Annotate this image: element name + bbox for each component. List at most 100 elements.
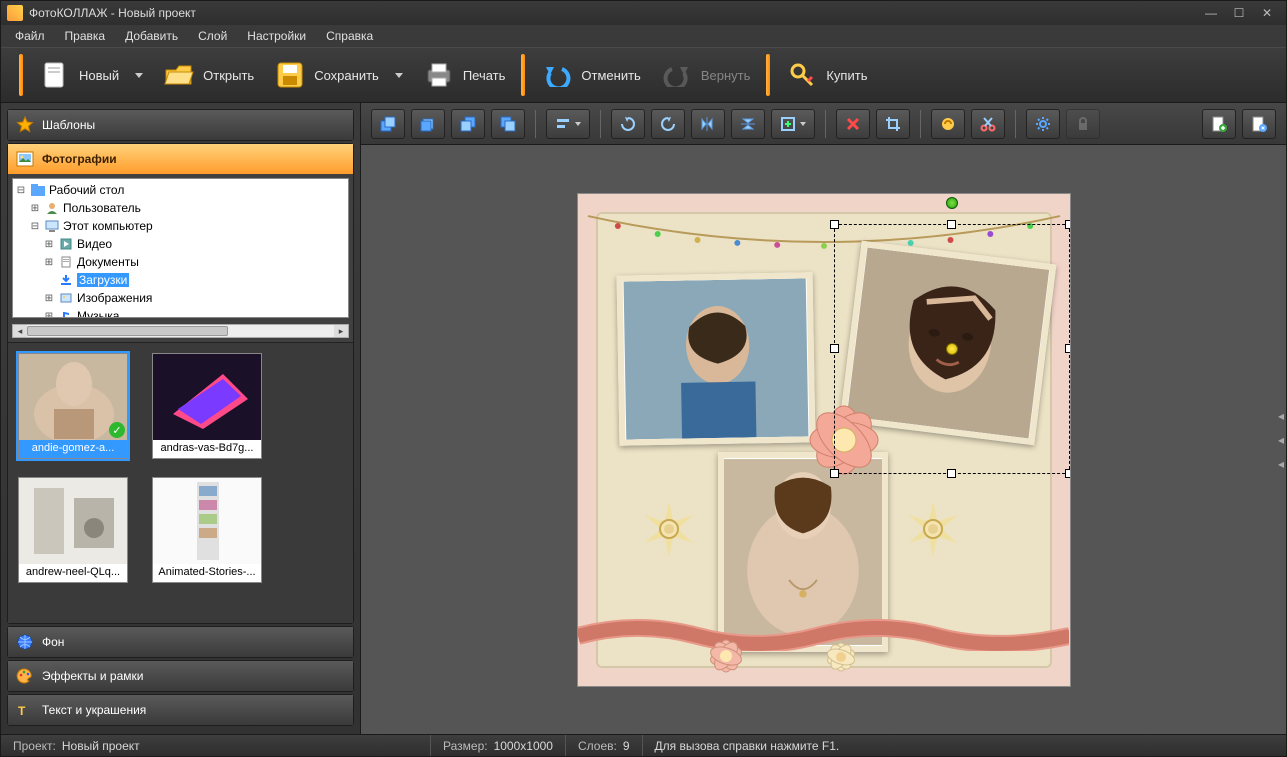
accordion-label: Шаблоны: [42, 118, 95, 132]
used-check-icon: ✓: [109, 422, 125, 438]
toolbar-separator: [920, 110, 921, 138]
rotate-left-button[interactable]: [611, 109, 645, 139]
lock-button[interactable]: [1066, 109, 1100, 139]
toolbar-separator: [825, 110, 826, 138]
star-icon: [16, 116, 34, 134]
fit-button[interactable]: [771, 109, 815, 139]
tree-row-documents[interactable]: ⊞Документы: [15, 253, 346, 271]
globe-icon: [16, 633, 34, 651]
toolbar-separator: [600, 110, 601, 138]
accordion-label: Текст и украшения: [42, 703, 146, 717]
accordion-label: Фотографии: [42, 152, 117, 166]
buy-button[interactable]: Купить: [776, 55, 877, 95]
replace-image-button[interactable]: [931, 109, 965, 139]
maximize-button[interactable]: ☐: [1226, 4, 1252, 22]
menu-edit[interactable]: Правка: [57, 27, 114, 45]
status-bar: Проект: Новый проект Размер: 1000x1000 С…: [1, 734, 1286, 756]
file-tree[interactable]: ⊟Рабочий стол ⊞Пользователь ⊟Этот компью…: [12, 178, 349, 318]
thumbnail-grid: ✓ andie-gomez-a... andras-vas-Bd7g... an…: [8, 342, 353, 623]
thumb-item[interactable]: andrew-neel-QLq...: [18, 477, 128, 583]
editor-toolbar: [361, 103, 1286, 145]
flip-v-button[interactable]: [731, 109, 765, 139]
redo-icon: [661, 59, 693, 91]
video-icon: [58, 237, 74, 251]
accordion-label: Фон: [42, 635, 64, 649]
status-size: Размер: 1000x1000: [431, 735, 566, 756]
minimize-button[interactable]: —: [1198, 4, 1224, 22]
close-button[interactable]: ✕: [1254, 4, 1280, 22]
canvas-area: ◂◂◂: [361, 103, 1286, 734]
text-icon: T: [16, 701, 34, 719]
viewport[interactable]: ◂◂◂: [361, 145, 1286, 734]
add-page-button[interactable]: [1202, 109, 1236, 139]
delete-button[interactable]: [836, 109, 870, 139]
tree-row-video[interactable]: ⊞Видео: [15, 235, 346, 253]
collage-page[interactable]: [577, 193, 1071, 687]
computer-icon: [44, 219, 60, 233]
bring-front-button[interactable]: [371, 109, 405, 139]
menu-file[interactable]: Файл: [7, 27, 53, 45]
thumb-item[interactable]: ✓ andie-gomez-a...: [18, 353, 128, 459]
send-backward-button[interactable]: [451, 109, 485, 139]
images-icon: [58, 291, 74, 305]
documents-icon: [58, 255, 74, 269]
side-flyout[interactable]: ◂◂◂: [1276, 409, 1286, 471]
tree-row-computer[interactable]: ⊟Этот компьютер: [15, 217, 346, 235]
rotate-right-button[interactable]: [651, 109, 685, 139]
accordion-background[interactable]: Фон: [7, 626, 354, 658]
menu-settings[interactable]: Настройки: [239, 27, 314, 45]
status-help: Для вызова справки нажмите F1.: [643, 735, 852, 756]
tree-row-user[interactable]: ⊞Пользователь: [15, 199, 346, 217]
accordion-text[interactable]: T Текст и украшения: [7, 694, 354, 726]
print-button[interactable]: Печать: [413, 55, 516, 95]
app-window: ФотоКОЛЛАЖ - Новый проект — ☐ ✕ Файл Пра…: [0, 0, 1287, 757]
sparkle-decoration[interactable]: [898, 494, 968, 564]
tree-row-music[interactable]: ⊞Музыка: [15, 307, 346, 318]
thumb-item[interactable]: Animated-Stories-...: [152, 477, 262, 583]
tree-row-desktop[interactable]: ⊟Рабочий стол: [15, 181, 346, 199]
accordion-label: Эффекты и рамки: [42, 669, 143, 683]
caret-icon: [135, 73, 143, 78]
toolbar-separator: [19, 54, 23, 96]
undo-button[interactable]: Отменить: [531, 55, 650, 95]
music-icon: [58, 309, 74, 318]
caret-icon: [395, 73, 403, 78]
bring-forward-button[interactable]: [411, 109, 445, 139]
accordion-photos: Фотографии ⊟Рабочий стол ⊞Пользователь ⊟…: [7, 143, 354, 624]
menu-help[interactable]: Справка: [318, 27, 381, 45]
open-button[interactable]: Открыть: [153, 55, 264, 95]
save-button[interactable]: Сохранить: [264, 55, 413, 95]
crop-button[interactable]: [876, 109, 910, 139]
small-flower-decoration[interactable]: [820, 636, 862, 678]
tree-row-images[interactable]: ⊞Изображения: [15, 289, 346, 307]
undo-icon: [541, 59, 573, 91]
sparkle-decoration[interactable]: [634, 494, 704, 564]
accordion-photos-header[interactable]: Фотографии: [8, 144, 353, 174]
new-button[interactable]: Новый: [29, 55, 153, 95]
settings-button[interactable]: [1026, 109, 1060, 139]
toolbar-separator: [1015, 110, 1016, 138]
page-options-button[interactable]: [1242, 109, 1276, 139]
menu-layer[interactable]: Слой: [190, 27, 235, 45]
flip-h-button[interactable]: [691, 109, 725, 139]
align-button[interactable]: [546, 109, 590, 139]
folder-icon: [30, 183, 46, 197]
menu-add[interactable]: Добавить: [117, 27, 186, 45]
save-icon: [274, 59, 306, 91]
tree-row-downloads[interactable]: ⊞Загрузки: [15, 271, 346, 289]
accordion-templates[interactable]: Шаблоны: [7, 109, 354, 141]
thumb-caption: andie-gomez-a...: [19, 440, 127, 458]
thumb-item[interactable]: andras-vas-Bd7g...: [152, 353, 262, 459]
flower-decoration[interactable]: [796, 392, 892, 488]
app-icon: [7, 5, 23, 21]
send-back-button[interactable]: [491, 109, 525, 139]
print-icon: [423, 59, 455, 91]
accordion-effects[interactable]: Эффекты и рамки: [7, 660, 354, 692]
cut-button[interactable]: [971, 109, 1005, 139]
title-bar: ФотоКОЛЛАЖ - Новый проект — ☐ ✕: [1, 1, 1286, 25]
small-flower-decoration[interactable]: [702, 632, 750, 680]
photo-frame[interactable]: [616, 272, 815, 445]
redo-button[interactable]: Вернуть: [651, 55, 761, 95]
window-title: ФотоКОЛЛАЖ - Новый проект: [29, 6, 1196, 20]
tree-hscrollbar[interactable]: ◂▸: [12, 324, 349, 338]
